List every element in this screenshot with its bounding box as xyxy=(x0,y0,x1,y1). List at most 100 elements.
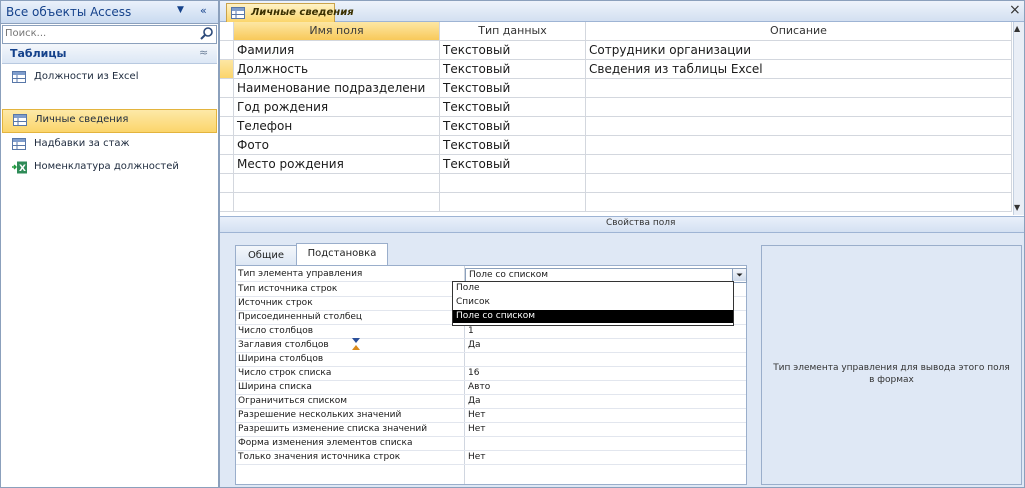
close-icon[interactable]: × xyxy=(1009,2,1021,18)
data-type-cell[interactable]: Текстовый xyxy=(440,60,586,79)
row-selector[interactable] xyxy=(220,79,234,98)
property-row[interactable]: Заглавия столбцов Да xyxy=(236,339,746,353)
property-row[interactable]: Ширина списка Авто xyxy=(236,381,746,395)
builder-cursor-icon xyxy=(350,337,362,351)
nav-item-nadbavki-za-stazh[interactable]: Надбавки за стаж xyxy=(2,134,217,156)
property-value[interactable]: Авто xyxy=(468,381,490,393)
field-name-cell[interactable]: Наименование подразделени xyxy=(234,79,440,98)
description-cell[interactable] xyxy=(586,79,1012,98)
description-cell[interactable]: Сотрудники организации xyxy=(586,41,1012,60)
property-value[interactable]: Да xyxy=(468,395,481,407)
property-value[interactable]: 1 xyxy=(468,325,474,337)
column-header-field-name[interactable]: Имя поля xyxy=(234,22,440,41)
table-icon xyxy=(12,138,26,150)
property-row[interactable]: Разрешение нескольких значений Нет xyxy=(236,409,746,423)
nav-item-dolzhnosti-iz-excel[interactable]: Должности из Excel xyxy=(2,67,217,89)
search-input[interactable] xyxy=(3,26,193,41)
tab-lookup[interactable]: Подстановка xyxy=(296,243,388,267)
row-selector[interactable] xyxy=(220,117,234,136)
double-chevron-left-icon[interactable]: « xyxy=(200,4,207,17)
property-value[interactable]: Нет xyxy=(468,409,486,421)
property-label: Ширина списка xyxy=(238,382,312,392)
dropdown-arrow-icon[interactable] xyxy=(732,269,746,281)
field-name-cell[interactable]: Фото xyxy=(234,136,440,155)
row-selector[interactable] xyxy=(220,155,234,174)
property-label: Форма изменения элементов списка xyxy=(238,438,413,448)
nav-title[interactable]: Все объекты Access xyxy=(6,5,131,19)
property-label: Заглавия столбцов xyxy=(238,340,329,350)
search-icon[interactable] xyxy=(199,26,215,42)
data-type-cell[interactable]: Текстовый xyxy=(440,117,586,136)
data-type-cell[interactable]: Текстовый xyxy=(440,98,586,117)
property-row[interactable]: Форма изменения элементов списка xyxy=(236,437,746,451)
dropdown-option-combobox[interactable]: Поле со списком xyxy=(453,310,733,323)
dropdown-option-list[interactable]: Список xyxy=(453,296,733,309)
field-name-cell[interactable]: Телефон xyxy=(234,117,440,136)
row-selector[interactable] xyxy=(220,174,234,193)
row-selector-current[interactable] xyxy=(220,60,234,79)
property-label: Тип источника строк xyxy=(238,284,338,294)
description-cell[interactable]: Сведения из таблицы Excel xyxy=(586,60,1012,79)
data-type-cell[interactable]: Текстовый xyxy=(440,155,586,174)
property-value[interactable]: Нет xyxy=(468,451,486,463)
data-type-cell[interactable]: Текстовый xyxy=(440,41,586,60)
property-value[interactable]: Нет xyxy=(468,423,486,435)
row-selector[interactable] xyxy=(220,136,234,155)
nav-item-label: Должности из Excel xyxy=(34,71,139,82)
description-cell[interactable] xyxy=(586,174,1012,193)
row-selector[interactable] xyxy=(220,41,234,60)
document-tab[interactable]: Личные сведения xyxy=(226,3,354,22)
nav-group-header[interactable]: Таблицы ≈ xyxy=(2,44,217,64)
property-row[interactable]: Число столбцов 1 xyxy=(236,325,746,339)
control-type-dropdown-list[interactable]: Поле Список Поле со списком xyxy=(452,281,734,326)
property-value[interactable]: 16 xyxy=(468,367,479,379)
data-type-cell[interactable] xyxy=(440,174,586,193)
nav-header[interactable]: Все объекты Access ▼ « xyxy=(1,1,218,24)
table-design-window: Личные сведения × Имя поля Тип данных Оп… xyxy=(219,0,1025,488)
field-name-cell[interactable]: Место рождения xyxy=(234,155,440,174)
dropdown-option-field[interactable]: Поле xyxy=(453,282,733,295)
description-cell[interactable] xyxy=(586,193,1012,212)
column-header-data-type[interactable]: Тип данных xyxy=(440,22,586,41)
description-cell[interactable] xyxy=(586,155,1012,174)
chevron-down-icon[interactable]: ▼ xyxy=(177,5,184,15)
row-selector[interactable] xyxy=(220,98,234,117)
data-type-cell[interactable]: Текстовый xyxy=(440,136,586,155)
field-properties-label: Свойства поля xyxy=(606,218,676,228)
document-tab-label: Личные сведения xyxy=(251,7,354,18)
svg-text:X: X xyxy=(19,164,26,174)
nav-item-lichnye-svedeniya[interactable]: Личные сведения xyxy=(2,109,217,133)
field-name-cell[interactable] xyxy=(234,193,440,212)
description-cell[interactable] xyxy=(586,117,1012,136)
property-row[interactable]: Ограничиться списком Да xyxy=(236,395,746,409)
scroll-down-icon[interactable]: ▼ xyxy=(1014,203,1020,212)
property-value[interactable]: Да xyxy=(468,339,481,351)
description-cell[interactable] xyxy=(586,136,1012,155)
property-row[interactable]: Ширина столбцов xyxy=(236,353,746,367)
nav-search-box[interactable] xyxy=(2,25,217,44)
tab-general[interactable]: Общие xyxy=(235,245,297,265)
property-row[interactable]: Только значения источника строк Нет xyxy=(236,451,746,465)
collapse-group-icon[interactable]: ≈ xyxy=(199,46,208,59)
property-label: Присоединенный столбец xyxy=(238,312,363,322)
table-icon xyxy=(231,7,245,19)
property-help-panel: Тип элемента управления для вывода этого… xyxy=(761,245,1022,485)
table-icon xyxy=(12,71,26,83)
property-row[interactable]: Разрешить изменение списка значений Нет xyxy=(236,423,746,437)
field-name-cell[interactable]: Фамилия xyxy=(234,41,440,60)
field-name-cell[interactable]: Год рождения xyxy=(234,98,440,117)
nav-item-nomenklatura[interactable]: X Номенклатура должностей xyxy=(2,157,217,179)
vertical-scrollbar[interactable]: ▲ ▼ xyxy=(1013,22,1024,215)
row-selector[interactable] xyxy=(220,193,234,212)
column-header-description[interactable]: Описание xyxy=(586,22,1012,41)
scroll-up-icon[interactable]: ▲ xyxy=(1014,24,1020,33)
property-help-text: Тип элемента управления для вывода этого… xyxy=(773,363,1010,385)
data-type-cell[interactable] xyxy=(440,193,586,212)
data-type-cell[interactable]: Текстовый xyxy=(440,79,586,98)
description-cell[interactable] xyxy=(586,98,1012,117)
property-label: Число столбцов xyxy=(238,326,314,336)
property-row[interactable]: Число строк списка 16 xyxy=(236,367,746,381)
property-label: Ширина столбцов xyxy=(238,354,324,364)
field-name-cell[interactable] xyxy=(234,174,440,193)
field-name-cell[interactable]: Должность xyxy=(234,60,440,79)
